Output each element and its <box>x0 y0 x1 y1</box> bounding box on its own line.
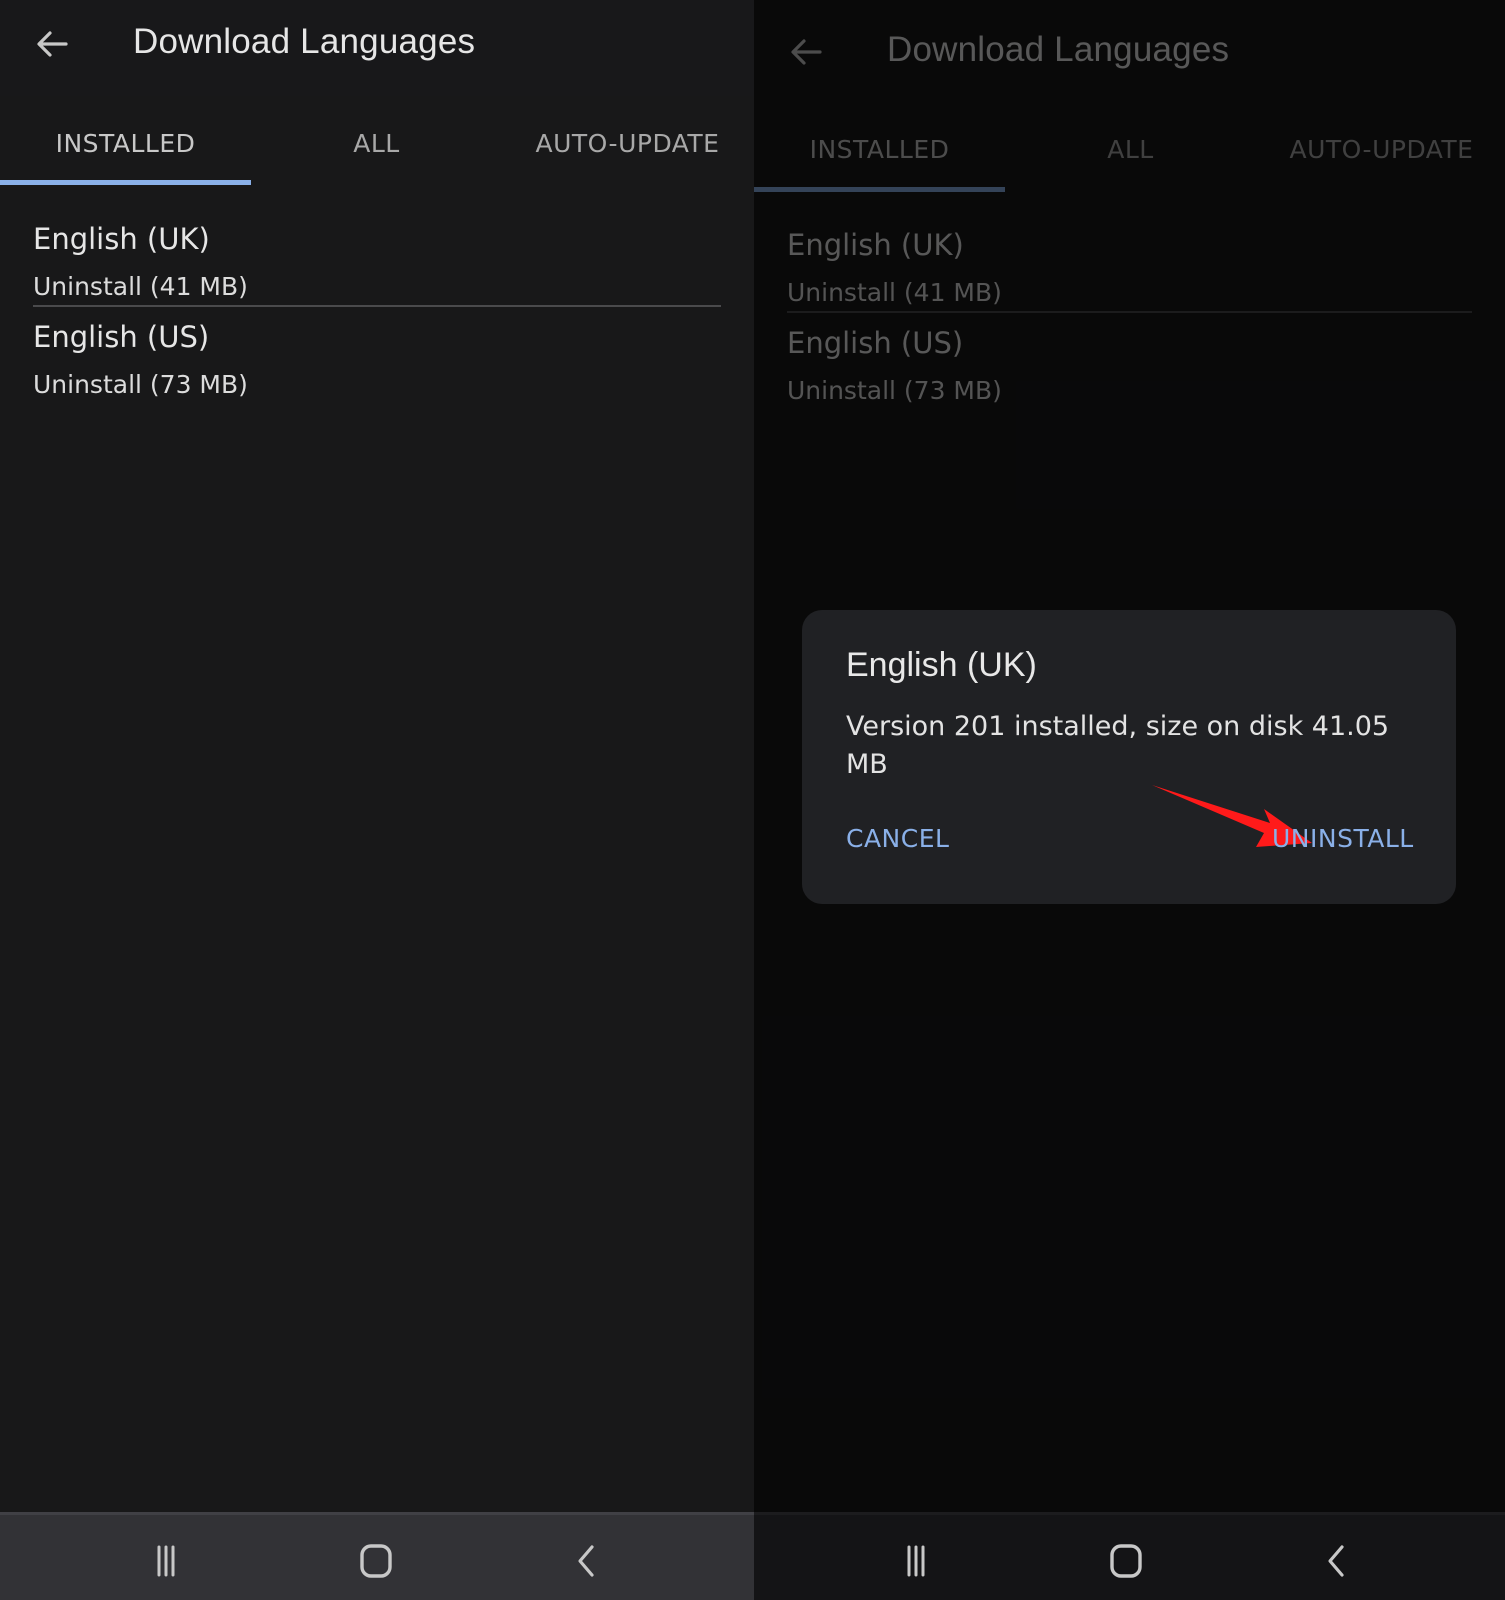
tab-auto-update[interactable]: AUTO-UPDATE <box>502 100 753 186</box>
system-back-button[interactable] <box>562 1537 610 1585</box>
uninstall-dialog: English (UK) Version 201 installed, size… <box>802 610 1456 904</box>
right-screen: Download Languages INSTALLED ALL AUTO-UP… <box>754 0 1505 1600</box>
arrow-left-icon <box>37 31 68 57</box>
tab-installed[interactable]: INSTALLED <box>0 100 251 186</box>
uninstall-link[interactable]: Uninstall (73 MB) <box>33 370 248 399</box>
page-title: Download Languages <box>133 22 476 61</box>
list-item[interactable]: English (US) Uninstall (73 MB) <box>33 310 721 408</box>
home-button[interactable] <box>352 1537 400 1585</box>
recents-button[interactable] <box>892 1537 940 1585</box>
recents-icon <box>157 1545 175 1577</box>
home-icon <box>1110 1544 1142 1578</box>
active-tab-indicator <box>0 180 251 185</box>
language-name: English (UK) <box>33 222 210 256</box>
home-button[interactable] <box>1102 1537 1150 1585</box>
home-icon <box>360 1544 392 1578</box>
back-button[interactable] <box>30 22 74 66</box>
system-nav-bar <box>754 1512 1505 1600</box>
uninstall-button[interactable]: UNINSTALL <box>1272 824 1414 853</box>
left-screen: Download Languages INSTALLED ALL AUTO-UP… <box>0 0 754 1600</box>
cancel-button[interactable]: CANCEL <box>846 824 949 853</box>
back-icon <box>578 1545 594 1577</box>
system-nav-bar <box>0 1512 754 1600</box>
system-back-button[interactable] <box>1312 1537 1360 1585</box>
list-item[interactable]: English (UK) Uninstall (41 MB) <box>33 212 721 310</box>
tab-bar: INSTALLED ALL AUTO-UPDATE <box>0 100 754 186</box>
language-name: English (US) <box>33 320 210 354</box>
uninstall-link[interactable]: Uninstall (41 MB) <box>33 272 248 301</box>
back-icon <box>1328 1545 1344 1577</box>
recents-icon <box>907 1545 925 1577</box>
tab-all[interactable]: ALL <box>251 100 502 186</box>
divider <box>33 305 721 307</box>
dialog-title: English (UK) <box>846 646 1037 684</box>
app-bar: Download Languages <box>0 0 754 96</box>
language-list: English (UK) Uninstall (41 MB) English (… <box>33 212 721 408</box>
recents-button[interactable] <box>142 1537 190 1585</box>
dialog-message: Version 201 installed, size on disk 41.0… <box>846 711 1390 780</box>
